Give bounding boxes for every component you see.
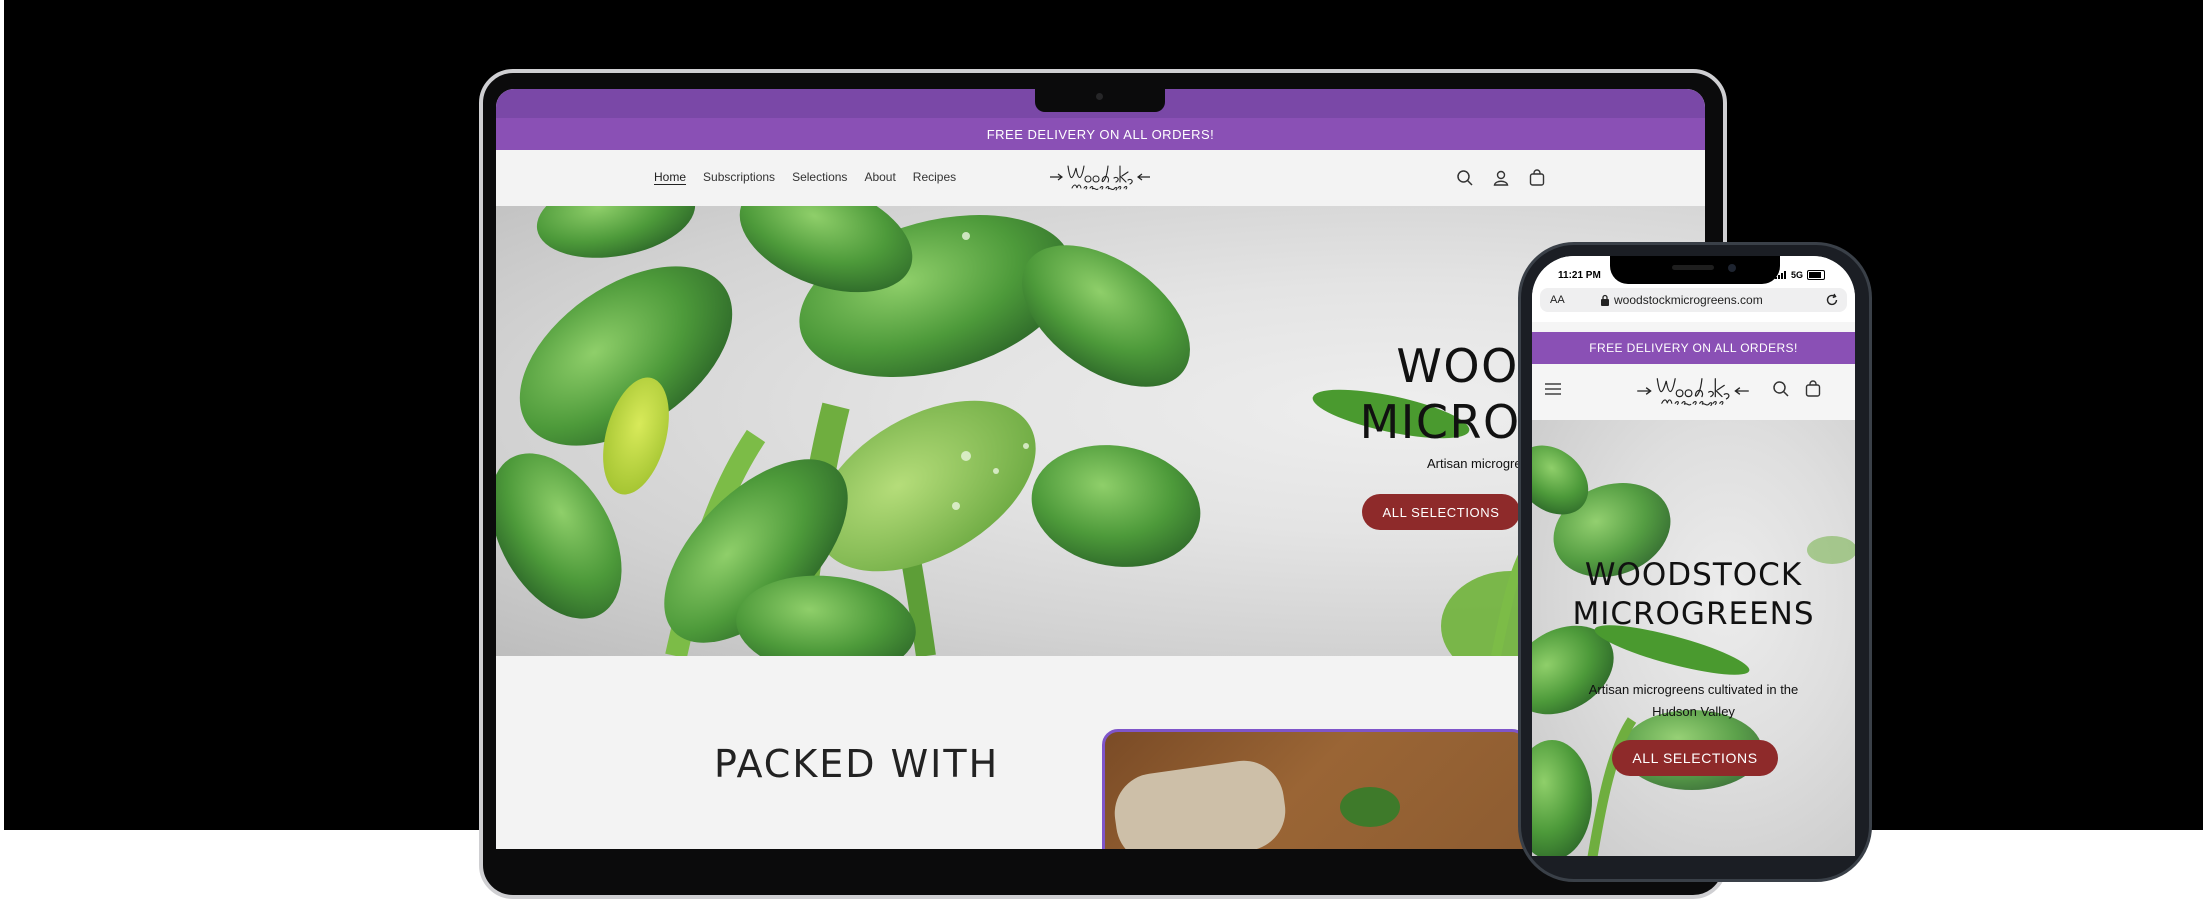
section-heading: PACKED WITH [714, 742, 1000, 786]
phone-logo[interactable] [1635, 369, 1751, 413]
lock-icon [1600, 294, 1610, 306]
reload-icon[interactable] [1825, 293, 1839, 307]
phone-header [1532, 364, 1855, 420]
browser-bar: AA woodstockmicrogreens.com [1532, 282, 1855, 322]
phone-microgreens-image [1532, 445, 1855, 856]
burlap-cloth [1109, 755, 1291, 849]
account-icon[interactable] [1490, 167, 1512, 189]
nav-subscriptions[interactable]: Subscriptions [703, 170, 775, 184]
phone-header-actions [1772, 380, 1822, 398]
phone-hero-title-line1: WOODSTOCK [1584, 557, 1803, 593]
camera-icon [1728, 264, 1736, 272]
announcement-text: FREE DELIVERY ON ALL ORDERS! [986, 126, 1215, 142]
site-logo[interactable] [1048, 158, 1152, 196]
phone-screen: 11:21 PM 5G AA woodstockmicrogreens.com … [1532, 256, 1855, 856]
search-icon[interactable] [1454, 167, 1476, 189]
search-icon[interactable] [1772, 380, 1790, 398]
address-bar[interactable]: AA woodstockmicrogreens.com [1540, 288, 1847, 312]
nav-home[interactable]: Home [654, 170, 686, 184]
main-nav: Home Subscriptions Selections About Reci… [654, 170, 956, 184]
phone-hero-banner: WOODSTOCK MICROGREENS Artisan microgreen… [1532, 420, 1855, 856]
menu-icon[interactable] [1544, 381, 1562, 397]
phone-announcement-text: FREE DELIVERY ON ALL ORDERS! [1589, 341, 1798, 355]
announcement-bar: FREE DELIVERY ON ALL ORDERS! [496, 118, 1705, 150]
nav-selections[interactable]: Selections [792, 170, 847, 184]
phone-announcement-bar: FREE DELIVERY ON ALL ORDERS! [1532, 332, 1855, 364]
microgreen-bunch [1340, 787, 1400, 827]
phone-hero-title: WOODSTOCK MICROGREENS [1532, 556, 1855, 634]
network-label: 5G [1790, 270, 1803, 280]
speaker-icon [1672, 265, 1714, 270]
camera-icon [1096, 93, 1103, 100]
phone-hero-title-line2: MICROGREENS [1572, 596, 1815, 632]
header-actions [1454, 167, 1548, 189]
phone-hero-subtitle: Artisan microgreens cultivated in the Hu… [1588, 682, 1799, 719]
status-indicators: 5G [1774, 270, 1825, 280]
all-selections-button[interactable]: ALL SELECTIONS [1362, 494, 1520, 530]
battery-icon [1807, 270, 1825, 280]
featured-image [1102, 729, 1528, 849]
text-size-button[interactable]: AA [1550, 294, 1565, 306]
cart-icon[interactable] [1804, 380, 1822, 398]
status-time: 11:21 PM [1558, 270, 1601, 281]
laptop-notch [1035, 88, 1165, 112]
url-text: woodstockmicrogreens.com [1614, 293, 1763, 307]
cart-icon[interactable] [1526, 167, 1548, 189]
site-header: Home Subscriptions Selections About Reci… [496, 150, 1705, 206]
phone-notch [1610, 256, 1780, 284]
phone-all-selections-button[interactable]: ALL SELECTIONS [1612, 740, 1778, 776]
nav-recipes[interactable]: Recipes [913, 170, 956, 184]
nav-about[interactable]: About [864, 170, 895, 184]
